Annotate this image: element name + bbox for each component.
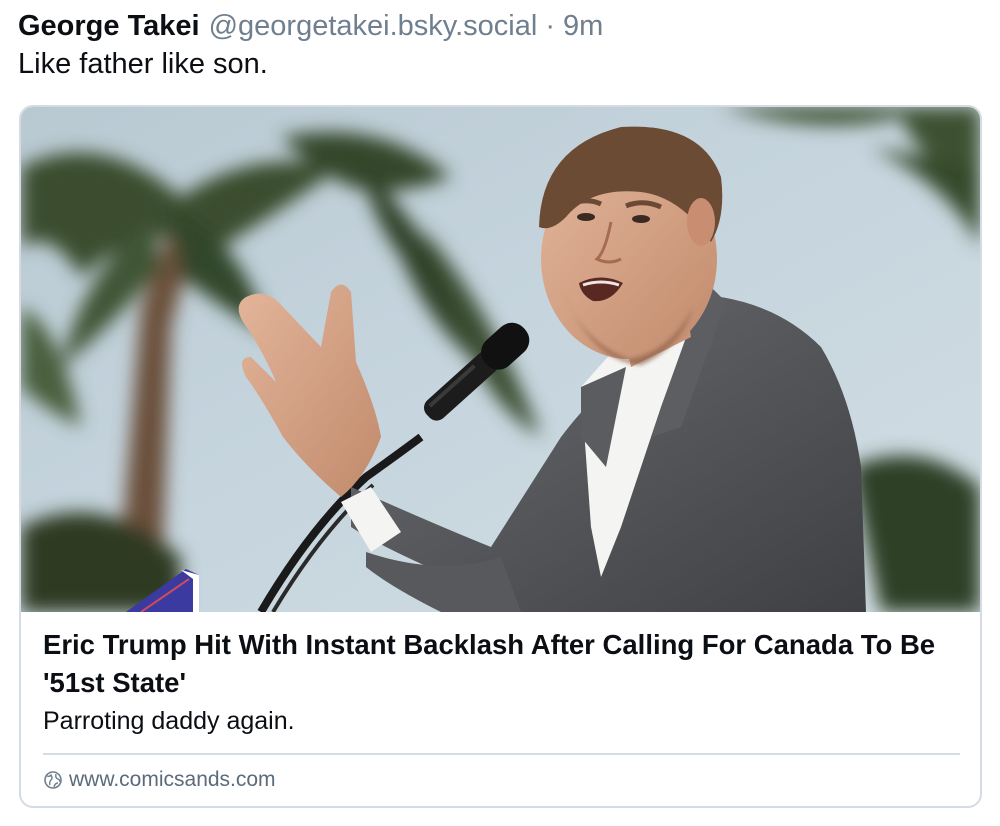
post-header: George Takei @georgetakei.bsky.social · … <box>18 6 603 46</box>
link-card-divider <box>43 753 960 755</box>
post-text: Like father like son. <box>18 48 268 80</box>
header-separator: · <box>545 9 555 42</box>
author-handle[interactable]: @georgetakei.bsky.social <box>209 10 538 43</box>
link-card[interactable]: Eric Trump Hit With Instant Backlash Aft… <box>19 105 982 808</box>
link-card-description: Parroting daddy again. <box>43 707 295 735</box>
link-card-title[interactable]: Eric Trump Hit With Instant Backlash Aft… <box>43 626 963 702</box>
author-name[interactable]: George Takei <box>18 10 200 43</box>
globe-icon <box>44 771 62 789</box>
post[interactable]: George Takei @georgetakei.bsky.social · … <box>0 0 1000 826</box>
link-card-image[interactable] <box>21 107 980 612</box>
link-card-domain[interactable]: www.comicsands.com <box>69 768 276 792</box>
link-card-domain-row[interactable]: www.comicsands.com <box>43 766 276 794</box>
post-timestamp[interactable]: 9m <box>563 10 603 43</box>
